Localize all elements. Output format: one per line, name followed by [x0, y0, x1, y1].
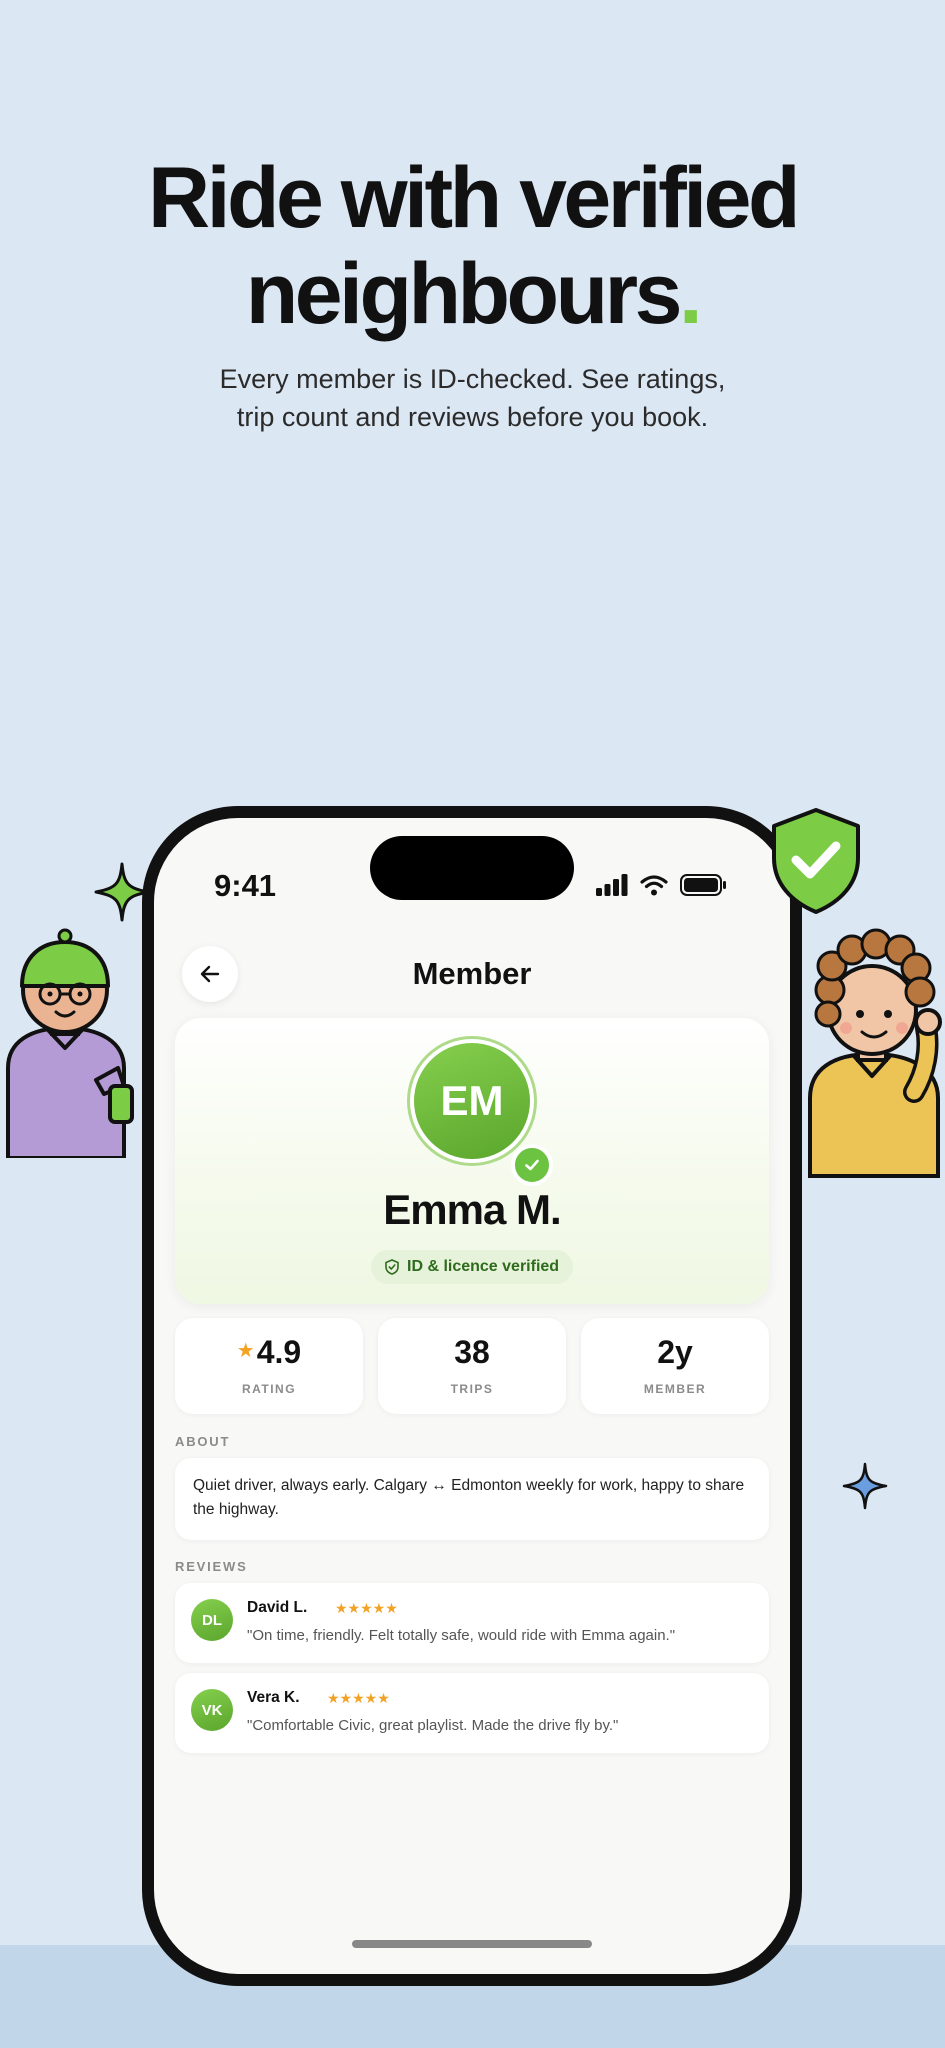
stat-card-rating: ★4.9 RATING — [175, 1318, 363, 1414]
review-card[interactable]: VK Vera K. ★★★★★ "Comfortable Civic, gre… — [175, 1673, 769, 1753]
star-icon: ★ — [236, 1340, 255, 1362]
sparkle-icon — [94, 862, 150, 922]
stat-value-member: 2y — [657, 1334, 693, 1370]
wifi-icon — [640, 875, 668, 896]
shield-check-icon — [385, 1259, 399, 1275]
about-text: Quiet driver, always early. Calgary ↔ Ed… — [193, 1477, 745, 1518]
hero-headline: Ride with verified neighbours. — [0, 150, 945, 342]
subhead-line-1: Every member is ID-checked. See ratings, — [219, 364, 726, 394]
rating-value: 4.9 — [256, 1334, 302, 1370]
reviews-heading: REVIEWS — [175, 1559, 248, 1574]
verified-check-badge — [511, 1144, 553, 1186]
review-text: "Comfortable Civic, great playlist. Made… — [247, 1717, 619, 1734]
stat-card-trips: 38 TRIPS — [378, 1318, 566, 1414]
headline-dot: . — [678, 246, 703, 342]
home-indicator — [352, 1940, 592, 1948]
signal-icon — [596, 874, 628, 896]
review-author: David L. — [247, 1599, 308, 1616]
headline-line-1: Ride with verified — [147, 150, 801, 246]
review-avatar: VK — [191, 1689, 233, 1731]
profile-card: EM Emma M. ID & licence verified — [175, 1018, 769, 1304]
review-stars: ★★★★★ — [335, 1600, 398, 1616]
review-author: Vera K. — [247, 1689, 300, 1706]
stat-card-member: 2y MEMBER — [581, 1318, 769, 1414]
battery-icon — [680, 874, 726, 896]
character-illustration-left — [6, 928, 134, 1158]
review-avatar: DL — [191, 1599, 233, 1641]
shield-check-icon — [772, 808, 860, 914]
verification-label: ID & licence verified — [407, 1258, 560, 1275]
review-text: "On time, friendly. Felt totally safe, w… — [247, 1627, 676, 1644]
stat-label-rating: RATING — [241, 1382, 297, 1396]
check-icon — [525, 1159, 539, 1171]
stat-value-rating: ★4.9 — [175, 1334, 363, 1371]
dynamic-island — [370, 836, 574, 900]
hero-subhead: Every member is ID-checked. See ratings,… — [0, 360, 945, 436]
verification-badge: ID & licence verified — [371, 1250, 574, 1284]
review-stars: ★★★★★ — [327, 1690, 390, 1706]
headline-line-2: neighbours. — [0, 246, 945, 342]
phone-frame: 9:41 Member EM Emma M. ID & licence veri… — [142, 806, 802, 1986]
sparkle-icon — [842, 1462, 888, 1510]
about-card: Quiet driver, always early. Calgary ↔ Ed… — [175, 1458, 769, 1540]
character-illustration-right — [808, 928, 942, 1178]
member-name: Emma M. — [383, 1186, 561, 1233]
avatar: EM — [414, 1043, 530, 1159]
stat-label-member: MEMBER — [643, 1382, 707, 1396]
page-title: Member — [412, 956, 532, 991]
phone-screen: 9:41 Member EM Emma M. ID & licence veri… — [154, 818, 790, 1974]
stat-value-trips: 38 — [454, 1334, 490, 1370]
avatar-ring: EM — [407, 1036, 537, 1166]
status-time: 9:41 — [214, 868, 277, 903]
about-heading: ABOUT — [175, 1434, 231, 1449]
review-card[interactable]: DL David L. ★★★★★ "On time, friendly. Fe… — [175, 1583, 769, 1663]
stat-label-trips: TRIPS — [450, 1382, 494, 1396]
status-icons — [596, 874, 726, 896]
headline-word: neighbours — [245, 246, 683, 342]
subhead-line-2: trip count and reviews before you book. — [236, 402, 709, 432]
